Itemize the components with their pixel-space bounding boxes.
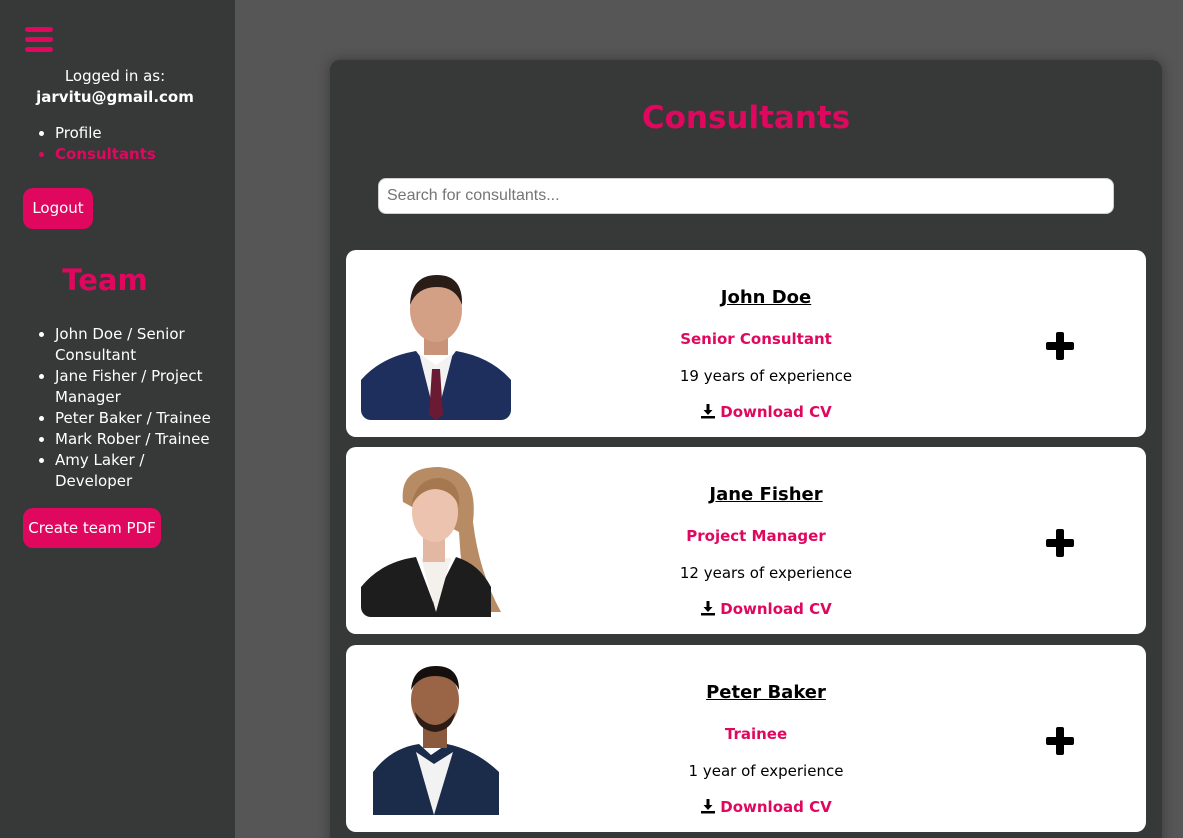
sidebar-item-profile[interactable]: Profile (55, 123, 156, 144)
team-item: Amy Laker / Developer (55, 450, 225, 492)
consultant-experience: 1 year of experience (688, 762, 844, 780)
download-cv-link[interactable]: Download CV (596, 403, 936, 421)
team-item: John Doe / Senior Consultant (55, 324, 225, 366)
download-cv-link[interactable]: Download CV (596, 798, 936, 816)
download-cv-label: Download CV (720, 798, 832, 816)
consultant-experience: 12 years of experience (679, 564, 853, 582)
download-cv-link[interactable]: Download CV (596, 600, 936, 618)
user-email: jarvitu@gmail.com (36, 88, 194, 106)
team-list: John Doe / Senior Consultant Jane Fisher… (55, 324, 225, 492)
team-item: Jane Fisher / Project Manager (55, 366, 225, 408)
consultants-panel: Consultants John Doe Senior Consultant 1… (330, 60, 1162, 838)
team-item: Mark Rober / Trainee (55, 429, 225, 450)
download-cv-label: Download CV (720, 403, 832, 421)
login-info: Logged in as: jarvitu@gmail.com (0, 66, 230, 108)
avatar (361, 265, 511, 420)
download-icon (701, 404, 716, 419)
avatar (361, 660, 511, 815)
plus-icon[interactable] (1044, 527, 1076, 559)
sidebar-item-consultants[interactable]: Consultants (55, 144, 156, 165)
consultant-info: Peter Baker Trainee 1 year of experience… (596, 645, 936, 832)
download-icon (701, 799, 716, 814)
consultant-name: John Doe (720, 287, 812, 308)
plus-icon[interactable] (1044, 725, 1076, 757)
consultant-info: John Doe Senior Consultant 19 years of e… (596, 250, 936, 437)
consultant-name: Peter Baker (706, 682, 826, 703)
sidebar-nav: Profile Consultants (55, 123, 156, 165)
consultant-name: Jane Fisher (709, 484, 823, 505)
plus-icon[interactable] (1044, 330, 1076, 362)
search-input[interactable] (378, 178, 1114, 214)
download-cv-label: Download CV (720, 600, 832, 618)
consultant-card: Jane Fisher Project Manager 12 years of … (346, 447, 1146, 634)
consultant-role: Trainee (724, 725, 788, 743)
consultant-info: Jane Fisher Project Manager 12 years of … (596, 447, 936, 634)
sidebar: Logged in as: jarvitu@gmail.com Profile … (0, 0, 235, 838)
hamburger-icon[interactable] (25, 27, 53, 53)
consultant-card: John Doe Senior Consultant 19 years of e… (346, 250, 1146, 437)
page-title: Consultants (641, 100, 851, 136)
consultant-card: Peter Baker Trainee 1 year of experience… (346, 645, 1146, 832)
team-title: Team (62, 263, 148, 297)
consultant-role: Senior Consultant (680, 330, 832, 348)
consultant-experience: 19 years of experience (679, 367, 853, 385)
logged-in-label: Logged in as: (64, 67, 166, 85)
consultant-role: Project Manager (686, 527, 826, 545)
avatar (361, 462, 511, 617)
team-item: Peter Baker / Trainee (55, 408, 225, 429)
logout-button[interactable]: Logout (23, 188, 93, 229)
download-icon (701, 601, 716, 616)
create-team-pdf-button[interactable]: Create team PDF (23, 508, 161, 548)
